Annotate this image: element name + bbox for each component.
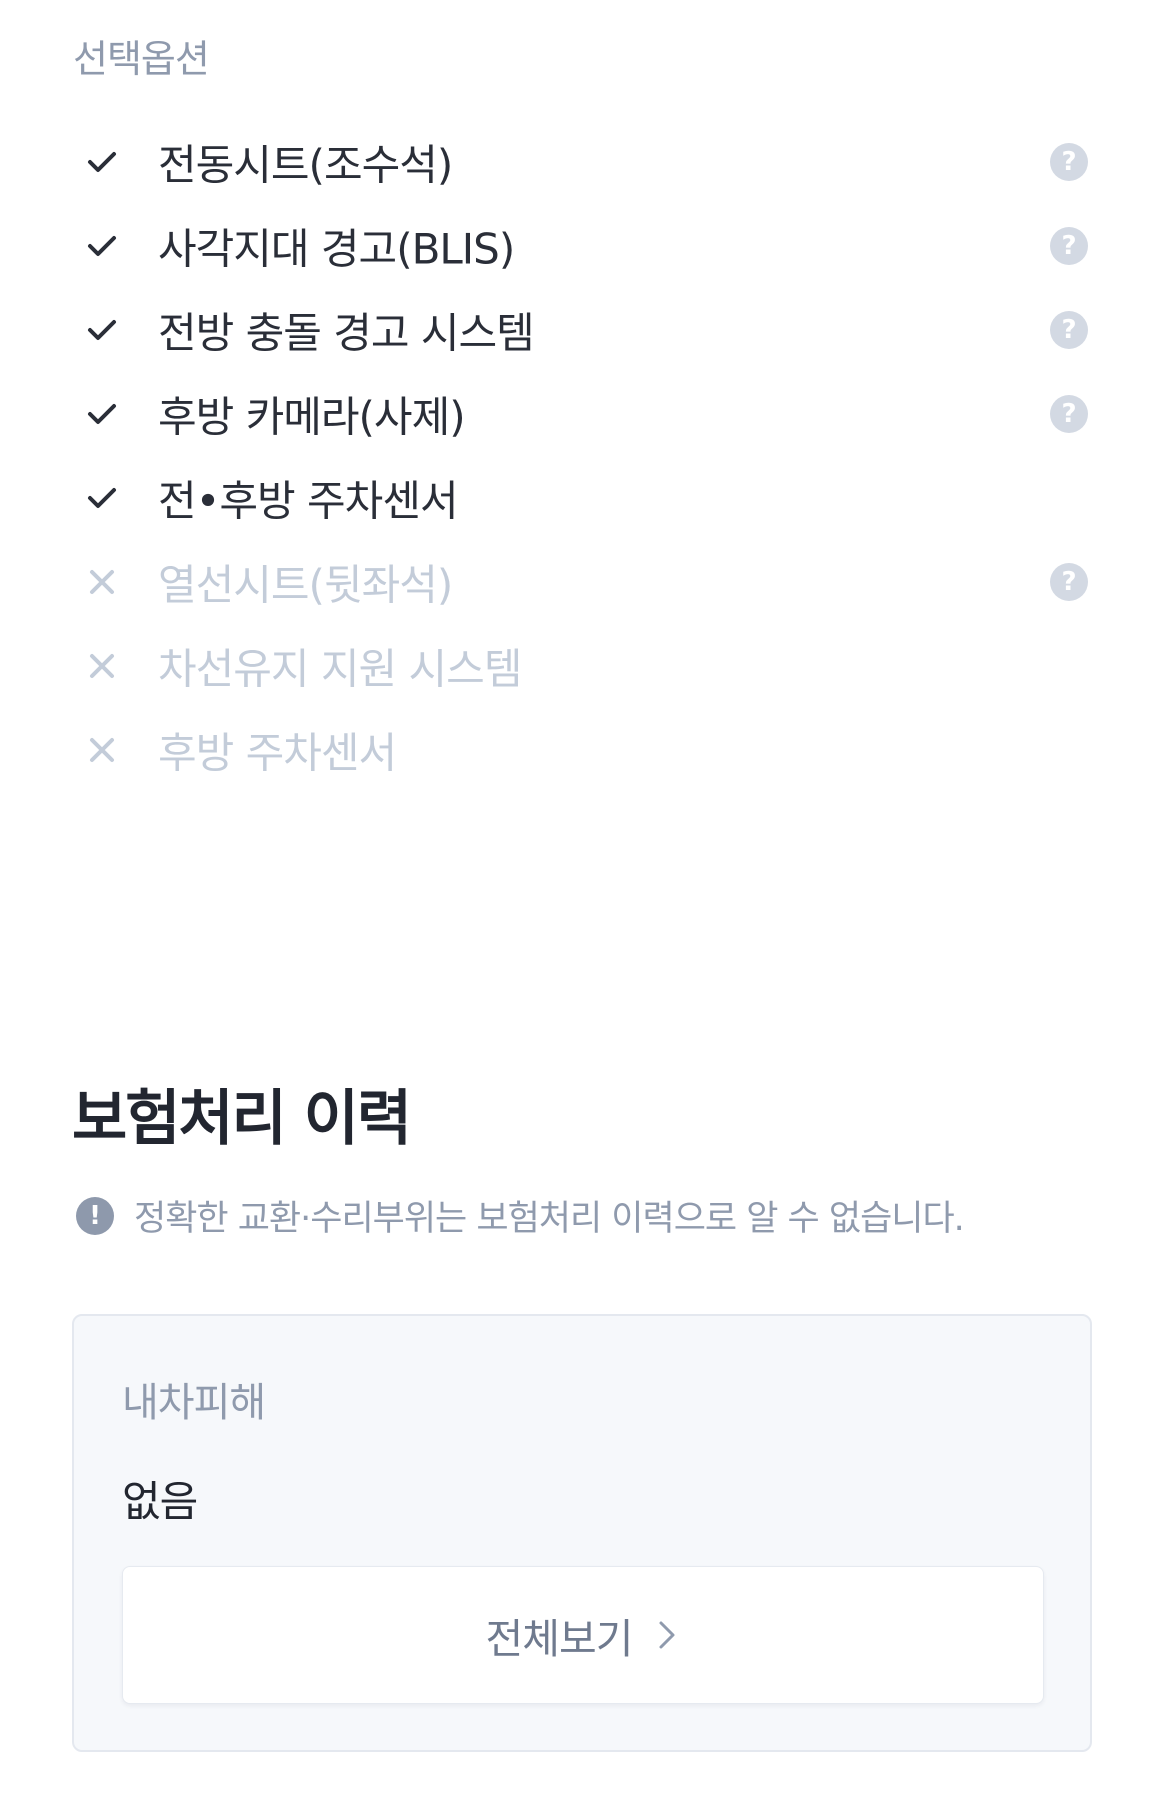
option-label: 전방 충돌 경고 시스템 [158, 308, 535, 358]
question-icon[interactable]: ? [1050, 563, 1088, 601]
question-icon[interactable]: ? [1050, 395, 1088, 433]
option-label: 사각지대 경고(BLIS) [158, 224, 515, 274]
own-damage-card: 내차피해 없음 전체보기 [72, 1314, 1092, 1752]
option-item: 전동시트(조수석) ? [0, 120, 1170, 204]
x-icon [86, 566, 118, 598]
option-item: 후방 주차센서 [0, 708, 1170, 792]
question-icon[interactable]: ? [1050, 311, 1088, 349]
option-label: 전•후방 주차센서 [158, 476, 459, 526]
check-icon [86, 482, 118, 514]
own-damage-label: 내차피해 [122, 1380, 266, 1426]
own-damage-value: 없음 [122, 1477, 198, 1526]
check-icon [86, 398, 118, 430]
exclamation-icon: ! [76, 1196, 114, 1235]
option-label: 후방 카메라(사제) [158, 392, 466, 442]
check-icon [86, 230, 118, 262]
check-icon [86, 146, 118, 178]
view-all-button[interactable]: 전체보기 [122, 1566, 1044, 1704]
option-item: 사각지대 경고(BLIS) ? [0, 204, 1170, 288]
option-label: 전동시트(조수석) [158, 140, 453, 190]
question-icon[interactable]: ? [1050, 227, 1088, 265]
check-icon [86, 314, 118, 346]
x-icon [86, 650, 118, 682]
x-icon [86, 734, 118, 766]
option-label: 열선시트(뒷좌석) [158, 560, 453, 610]
chevron-right-icon [654, 1621, 680, 1649]
option-item: 전•후방 주차센서 [0, 456, 1170, 540]
option-item: 차선유지 지원 시스템 [0, 624, 1170, 708]
insurance-history-title: 보험처리 이력 [72, 1084, 412, 1154]
options-list: 전동시트(조수석) ? 사각지대 경고(BLIS) ? 전방 충돌 경고 시스템… [0, 120, 1170, 792]
option-label: 차선유지 지원 시스템 [158, 644, 522, 694]
view-all-label: 전체보기 [485, 1615, 634, 1663]
options-section-label: 선택옵션 [73, 37, 210, 81]
option-item: 후방 카메라(사제) ? [0, 372, 1170, 456]
option-item: 열선시트(뒷좌석) ? [0, 540, 1170, 624]
insurance-notice: ! 정확한 교환·수리부위는 보험처리 이력으로 알 수 없습니다. [76, 1190, 965, 1241]
question-icon[interactable]: ? [1050, 143, 1088, 181]
page: 선택옵션 전동시트(조수석) ? 사각지대 경고(BLIS) ? 전방 충돌 경… [0, 0, 1170, 1803]
option-label: 후방 주차센서 [158, 728, 397, 778]
option-item: 전방 충돌 경고 시스템 ? [0, 288, 1170, 372]
notice-text: 정확한 교환·수리부위는 보험처리 이력으로 알 수 없습니다. [134, 1199, 965, 1239]
